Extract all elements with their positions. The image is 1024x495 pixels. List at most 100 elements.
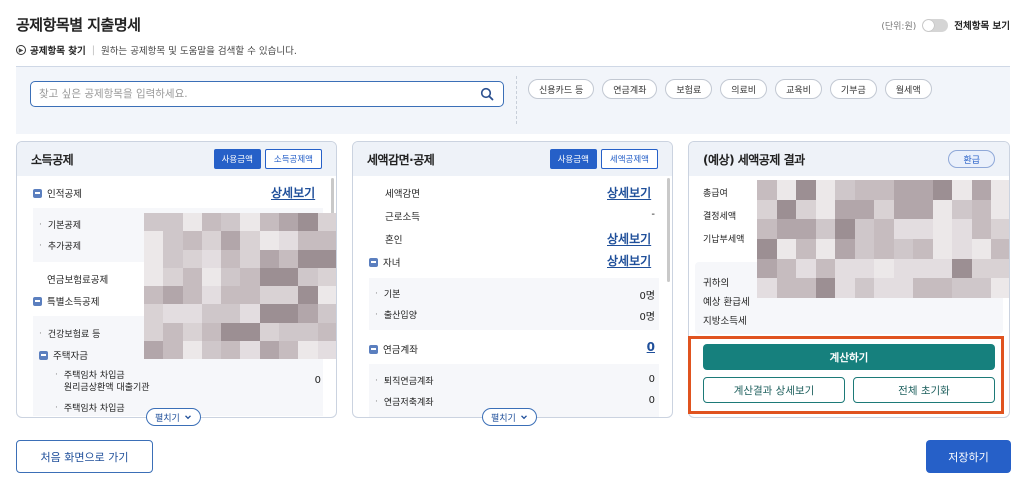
- mosaic-cell: [298, 249, 318, 268]
- your-label: 귀하의: [703, 278, 730, 289]
- calculate-button[interactable]: 계산하기: [703, 344, 995, 370]
- local-tax-label: 지방소득세: [703, 316, 747, 327]
- mosaic-cell: [971, 238, 992, 259]
- tax-expand-button[interactable]: 펼치기: [482, 408, 537, 426]
- mosaic-cell: [163, 231, 183, 250]
- mosaic-cell: [182, 340, 202, 359]
- page-title: 공제항목별 지출명세: [16, 16, 141, 34]
- mosaic-cell: [835, 219, 855, 239]
- view-all-toggle[interactable]: [922, 18, 949, 32]
- mosaic-cell: [163, 340, 183, 359]
- mosaic-cell: [182, 231, 202, 250]
- mosaic-cell: [991, 238, 1009, 259]
- personal-detail-link[interactable]: 상세보기: [271, 184, 315, 201]
- view-all-toggle-group: (단위:원) 전체항목 보기: [881, 18, 1010, 32]
- retirement-row: · 퇴직연금계좌: [375, 375, 434, 388]
- prepaid-tax-row: 기납부세액: [703, 232, 744, 245]
- mosaic-cell: [854, 199, 875, 220]
- mosaic-cell: [240, 304, 260, 323]
- children-detail-link[interactable]: 상세보기: [607, 252, 651, 269]
- mosaic-cell: [874, 238, 894, 259]
- search-input[interactable]: [39, 88, 479, 100]
- reset-all-button[interactable]: 전체 초기화: [853, 377, 995, 403]
- expected-refund-label: 예상 환급세: [703, 297, 750, 308]
- search-icon[interactable]: [479, 86, 495, 102]
- mosaic-cell: [893, 258, 914, 279]
- tax-panel-header: 세액감면·공제 사용금액 세액공제액: [353, 142, 672, 176]
- mosaic-cell: [776, 199, 797, 220]
- result-panel-title: (예상) 세액공제 결과: [703, 152, 805, 167]
- mosaic-cell: [854, 219, 875, 239]
- housing-fund-label: 주택자금: [53, 351, 88, 362]
- chip-credit-card[interactable]: 신용카드 등: [528, 79, 595, 99]
- mosaic-cell: [776, 180, 797, 200]
- mosaic-cell: [201, 340, 222, 359]
- mosaic-cell: [757, 278, 777, 298]
- mosaic-cell: [952, 199, 972, 220]
- used-amount-button[interactable]: 사용금액: [213, 149, 261, 169]
- mosaic-cell: [279, 340, 299, 359]
- health-insurance-row: · 건강보험료 등: [39, 328, 101, 341]
- childbirth-label: 출산입양: [383, 311, 417, 321]
- go-home-button[interactable]: 처음 화면으로 가기: [16, 440, 153, 473]
- chip-education[interactable]: 교육비: [775, 79, 822, 99]
- used-amount-button[interactable]: 사용금액: [549, 149, 597, 169]
- collapse-icon[interactable]: [369, 344, 378, 354]
- housing-loan-row: · 주택임차 차입금 원리금상환액 대출기관: [55, 370, 150, 393]
- mosaic-cell: [854, 278, 875, 298]
- mosaic-cell: [163, 322, 183, 341]
- collapse-icon[interactable]: [33, 296, 42, 306]
- income-deduction-amount-button[interactable]: 소득공제액: [264, 149, 322, 169]
- tax-panel-title: 세액감면·공제: [367, 152, 435, 167]
- mosaic-cell: [317, 340, 336, 359]
- mosaic-cell: [952, 238, 972, 259]
- tax-credit-amount-button[interactable]: 세액공제액: [600, 149, 658, 169]
- chip-medical[interactable]: 의료비: [720, 79, 768, 99]
- chip-donation[interactable]: 기부금: [829, 79, 877, 99]
- collapse-icon[interactable]: [33, 188, 42, 198]
- child-basic-row: · 기본: [375, 288, 401, 301]
- pension-account-value[interactable]: 0: [623, 340, 655, 354]
- calc-detail-button[interactable]: 계산결과 상세보기: [703, 377, 845, 403]
- mosaic-cell: [991, 199, 1009, 220]
- income-expand-button[interactable]: 펼치기: [146, 408, 201, 426]
- mosaic-cell: [163, 267, 183, 286]
- marriage-detail-link[interactable]: 상세보기: [607, 230, 651, 247]
- collapse-icon[interactable]: [39, 350, 48, 360]
- mosaic-cell: [854, 238, 875, 259]
- expand-label: 펼치기: [491, 413, 516, 424]
- save-button[interactable]: 저장하기: [926, 440, 1011, 473]
- mosaic-cell: [796, 219, 816, 239]
- mosaic-cell: [815, 219, 836, 239]
- mosaic-cell: [913, 278, 933, 298]
- basic-deduction-label: 기본공제: [47, 221, 81, 231]
- your-row: 귀하의: [703, 275, 729, 289]
- housing-loan-label-2: 원리금상환액 대출기관: [63, 383, 150, 393]
- mosaic-cell: [835, 199, 855, 220]
- marriage-label: 혼인: [385, 235, 403, 246]
- determined-tax-label: 결정세액: [703, 212, 737, 222]
- childbirth-row: · 출산입양: [375, 309, 417, 322]
- divider: |: [91, 44, 95, 56]
- scrollbar[interactable]: [667, 178, 670, 282]
- tax-reduction-detail-link[interactable]: 상세보기: [607, 184, 651, 201]
- mosaic-cell: [854, 258, 875, 279]
- chip-insurance[interactable]: 보험료: [665, 79, 713, 99]
- search-box[interactable]: [30, 81, 504, 107]
- earned-income-value: -: [651, 209, 655, 220]
- mosaic-cell: [201, 286, 222, 305]
- chip-monthly-rent[interactable]: 월세액: [884, 79, 932, 99]
- mosaic-cell: [298, 322, 318, 341]
- category-chips: 신용카드 등 연금계좌 보험료 의료비 교육비 기부금 월세액: [528, 79, 932, 99]
- mosaic-cell: [913, 258, 933, 279]
- income-panel-header: 소득공제 사용금액 소득공제액: [17, 142, 336, 176]
- mosaic-cell: [796, 258, 816, 279]
- chevron-down-icon: [520, 415, 527, 420]
- mosaic-cell: [144, 322, 164, 341]
- chip-pension-account[interactable]: 연금계좌: [602, 79, 658, 99]
- mosaic-cell: [182, 267, 202, 286]
- collapse-icon[interactable]: [369, 257, 378, 267]
- mosaic-cell: [991, 219, 1009, 239]
- mosaic-cell: [221, 304, 241, 323]
- mosaic-cell: [757, 258, 777, 279]
